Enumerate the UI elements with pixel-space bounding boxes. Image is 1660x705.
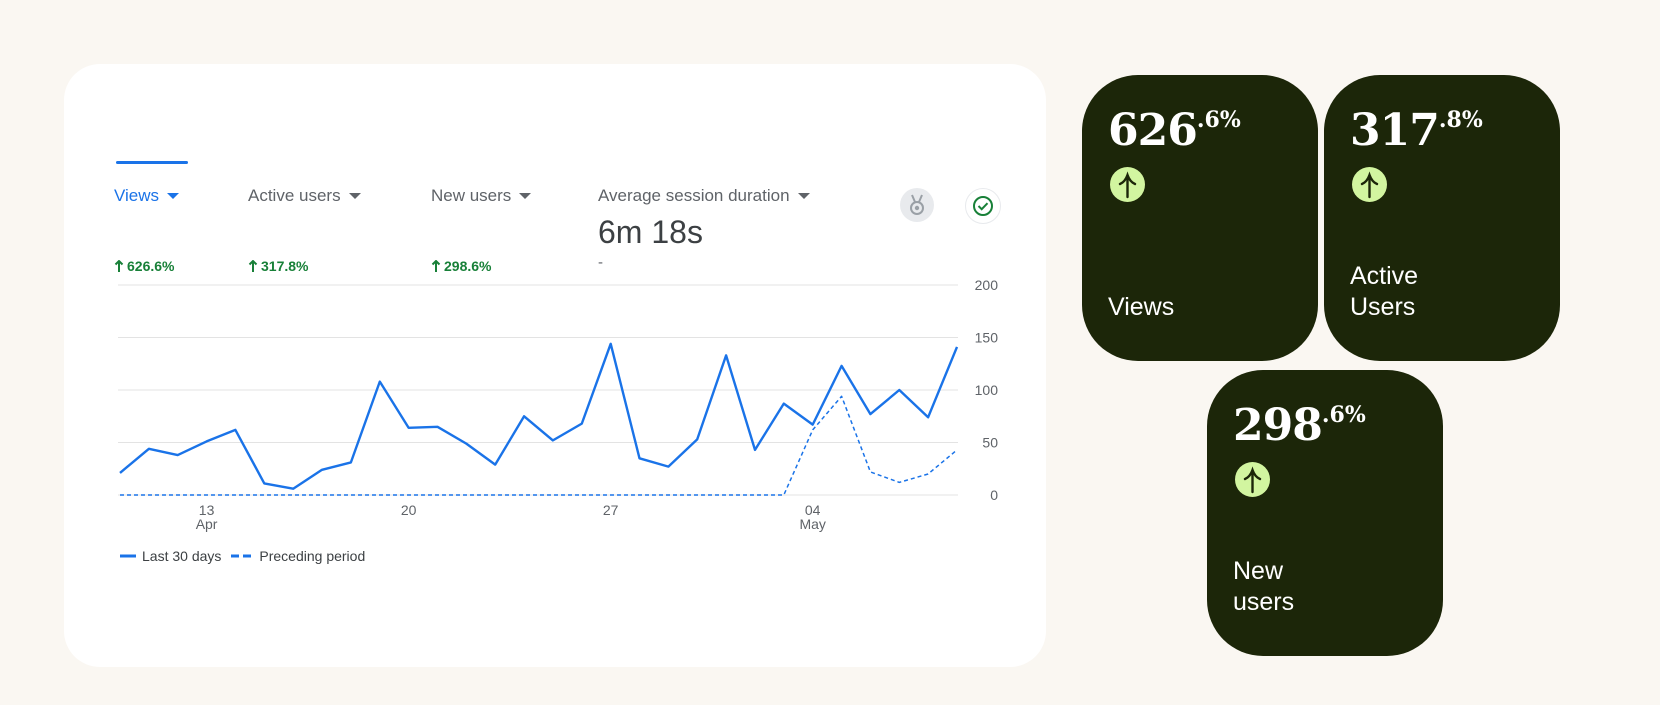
tile-main-number: 626 xyxy=(1108,105,1198,156)
tile-active-users: 317.8% Active Users xyxy=(1324,75,1560,361)
tile-decimal: .8% xyxy=(1438,107,1483,133)
tile-views-label: Views xyxy=(1108,293,1175,321)
arrow-up-icon xyxy=(1352,167,1387,202)
tile-active-users-label: Active Users xyxy=(1350,262,1419,321)
legend-label: Last 30 days xyxy=(142,548,222,564)
arrow-up-icon xyxy=(1110,167,1145,202)
legend-label: Preceding period xyxy=(259,548,366,564)
y-tick-label: 0 xyxy=(990,487,998,503)
x-tick-month-label: May xyxy=(799,516,825,532)
tile-decimal: .6% xyxy=(1321,402,1366,428)
y-tick-label: 150 xyxy=(975,330,999,346)
tile-views-value: 626.6% xyxy=(1108,105,1241,156)
x-tick-month-label: Apr xyxy=(196,516,218,532)
y-tick-label: 50 xyxy=(982,435,998,451)
tile-new-users-label: New users xyxy=(1233,557,1295,616)
series-line-preceding-period xyxy=(120,395,958,496)
x-tick-label: 27 xyxy=(603,502,619,518)
y-tick-label: 100 xyxy=(975,382,999,398)
chart-legend: Last 30 days Preceding period xyxy=(120,548,375,564)
series-line-last-30-days xyxy=(119,342,959,490)
legend-item-last-30-days: Last 30 days xyxy=(120,548,221,564)
tile-new-users-value: 298.6% xyxy=(1233,400,1366,451)
legend-item-preceding-period: Preceding period xyxy=(231,548,365,564)
x-tick-label: 20 xyxy=(401,502,417,518)
tile-main-number: 298 xyxy=(1233,400,1323,451)
tile-active-users-value: 317.8% xyxy=(1350,105,1483,156)
tile-new-users: 298.6% New users xyxy=(1207,370,1443,656)
tile-main-number: 317 xyxy=(1350,105,1440,156)
tile-views: 626.6% Views xyxy=(1082,75,1318,361)
y-tick-label: 200 xyxy=(975,277,999,293)
tile-decimal: .6% xyxy=(1196,107,1241,133)
legend-dashed-line xyxy=(231,554,254,558)
arrow-up-icon xyxy=(1235,462,1270,497)
legend-solid-line xyxy=(120,554,136,558)
